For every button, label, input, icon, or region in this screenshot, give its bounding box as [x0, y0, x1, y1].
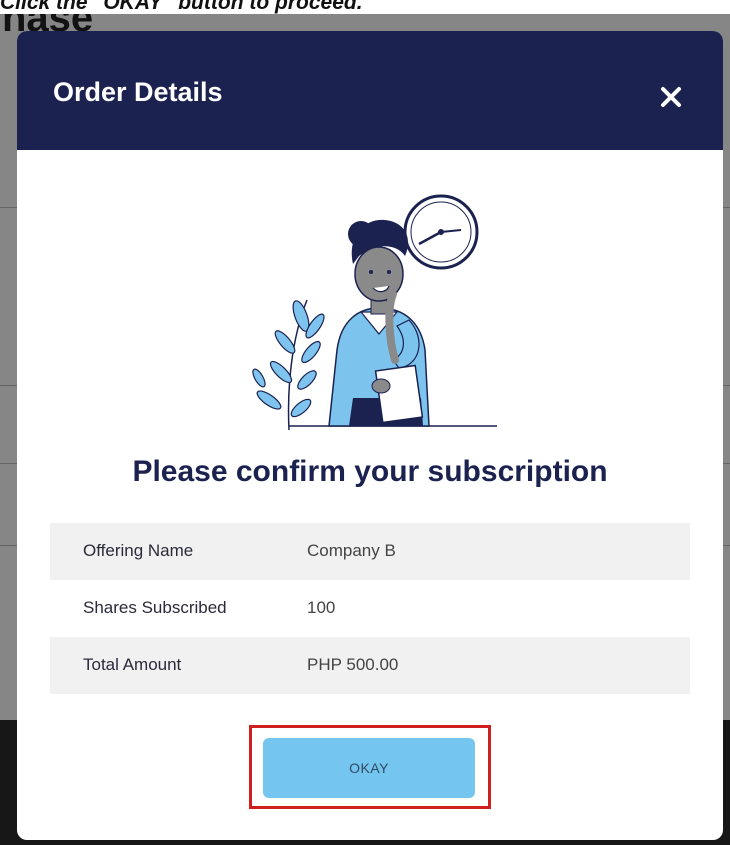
- modal-title: Order Details: [53, 77, 223, 107]
- confirm-heading: Please confirm your subscription: [132, 455, 608, 488]
- detail-value: 100: [307, 598, 336, 617]
- detail-label: Shares Subscribed: [83, 598, 227, 617]
- okay-button[interactable]: OKAY: [263, 738, 475, 798]
- detail-value: PHP 500.00: [307, 655, 399, 674]
- detail-label: Total Amount: [83, 655, 182, 674]
- instruction-text: Click the "OKAY" button to proceed.: [0, 0, 363, 14]
- close-button[interactable]: [651, 77, 691, 117]
- detail-row-total-amount: Total Amount PHP 500.00: [50, 637, 690, 694]
- detail-value: Company B: [307, 541, 396, 560]
- detail-label: Offering Name: [83, 541, 194, 560]
- order-details-table: Offering Name Company B Shares Subscribe…: [50, 523, 690, 694]
- woman-thinking-illustration: [252, 194, 497, 431]
- close-icon: [661, 87, 681, 107]
- detail-row-offering-name: Offering Name Company B: [50, 523, 690, 580]
- order-details-modal: Order Details Please confirm your subscr…: [17, 31, 723, 840]
- clock-icon: [403, 194, 479, 270]
- modal-header: Order Details: [17, 31, 723, 150]
- plant-leaves: [252, 299, 325, 431]
- detail-row-shares-subscribed: Shares Subscribed 100: [50, 580, 690, 637]
